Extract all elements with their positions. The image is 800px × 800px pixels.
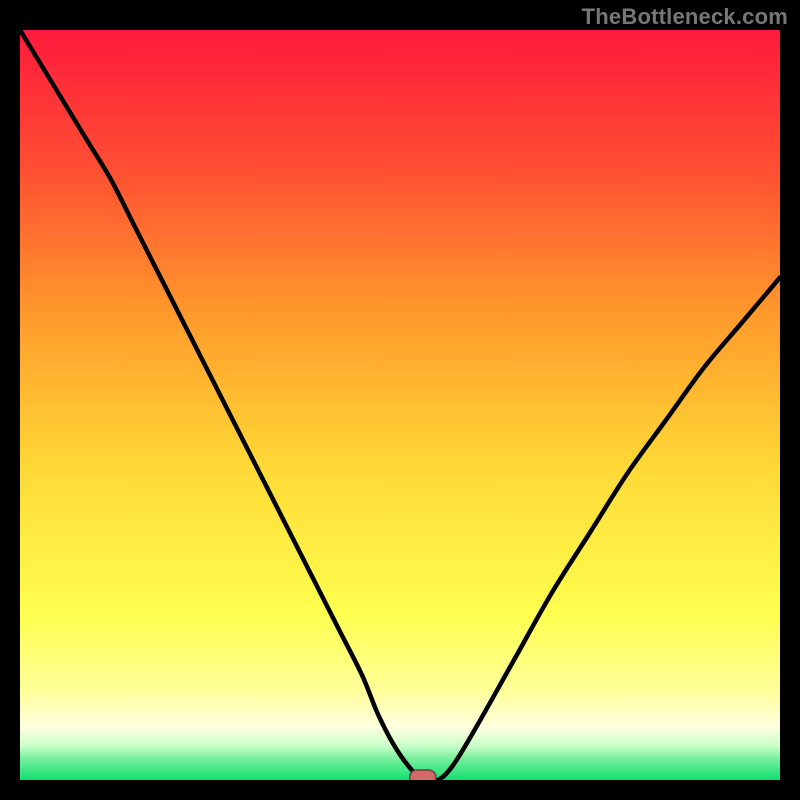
bottleneck-plot bbox=[20, 30, 780, 780]
optimum-marker bbox=[410, 770, 436, 780]
plot-svg bbox=[20, 30, 780, 780]
plot-background bbox=[20, 30, 780, 780]
watermark-label: TheBottleneck.com bbox=[582, 4, 788, 30]
chart-frame: TheBottleneck.com bbox=[0, 0, 800, 800]
